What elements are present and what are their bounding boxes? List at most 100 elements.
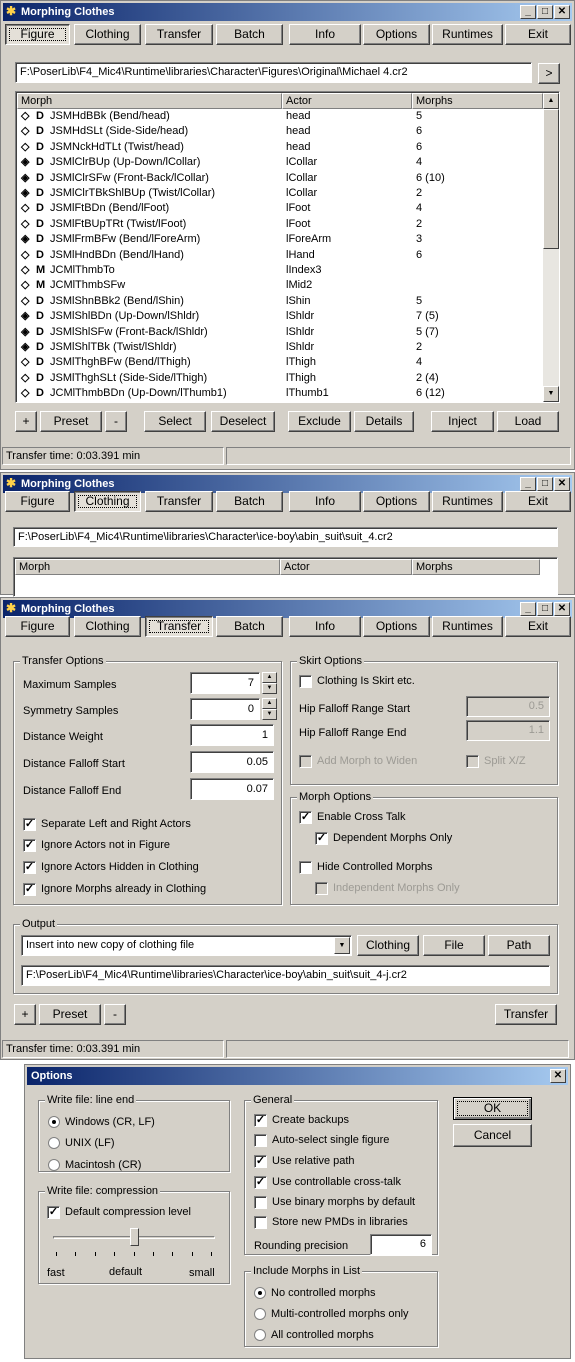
ignore-not-in-fig-checkbox[interactable]: ✓ Ignore Actors not in Figure — [23, 838, 170, 852]
compression-slider-thumb[interactable] — [130, 1228, 139, 1246]
binary-morphs-checkbox[interactable]: Use binary morphs by default — [254, 1195, 415, 1209]
col-header-morphs[interactable]: Morphs — [412, 93, 543, 109]
hip-start-input[interactable]: 0.5 — [466, 696, 550, 717]
rounding-input[interactable]: 6 — [370, 1234, 432, 1255]
output-path-field[interactable]: F:\PoserLib\F4_Mic4\Runtime\libraries\Ch… — [21, 965, 550, 986]
close-button[interactable]: ✕ — [554, 477, 570, 491]
independent-morphs-checkbox[interactable]: Independent Morphs Only — [315, 881, 460, 895]
table-row[interactable]: ◈ D JSMlFrmBFw (Bend/lForeArm) lForeArm 3 — [17, 232, 543, 247]
table-row[interactable]: ◇ D JSMHdBBk (Bend/head) head 5 — [17, 109, 543, 124]
tab-runtimes[interactable]: Runtimes — [432, 491, 503, 512]
transfer-button[interactable]: Transfer — [495, 1004, 557, 1025]
minimize-button[interactable]: _ — [520, 5, 536, 19]
deselect-button[interactable]: Deselect — [211, 411, 275, 432]
controllable-checkbox[interactable]: ✓ Use controllable cross-talk — [254, 1175, 401, 1189]
clothing-path-field[interactable]: F:\PoserLib\F4_Mic4\Runtime\libraries\Ch… — [13, 527, 558, 547]
split-xz-checkbox[interactable]: Split X/Z — [466, 754, 526, 768]
col-header-morph[interactable]: Morph — [15, 559, 280, 575]
table-row[interactable]: ◇ D JSMlHndBDn (Bend/lHand) lHand 6 — [17, 248, 543, 263]
tab-info[interactable]: Info — [289, 24, 361, 45]
output-clothing-button[interactable]: Clothing — [357, 935, 419, 956]
dist-weight-input[interactable]: 1 — [190, 724, 274, 746]
col-header-actor[interactable]: Actor — [282, 93, 412, 109]
sym-samples-stepper[interactable]: ▲ ▼ — [262, 698, 277, 720]
table-row[interactable]: ◇ D JSMNckHdTLt (Twist/head) head 6 — [17, 140, 543, 155]
table-row[interactable]: ◇ D JSMlFtBUpTRt (Twist/lFoot) lFoot 2 — [17, 217, 543, 232]
spin-down-icon[interactable]: ▼ — [262, 709, 277, 720]
load-button[interactable]: Load — [497, 411, 559, 432]
table-row[interactable]: ◈ D JSMlShlTBk (Twist/lShldr) lShldr 2 — [17, 340, 543, 355]
close-button[interactable]: ✕ — [554, 602, 570, 616]
preset-add-button[interactable]: + — [14, 1004, 36, 1025]
close-button[interactable]: ✕ — [554, 5, 570, 19]
close-button[interactable]: ✕ — [550, 1069, 566, 1083]
table-row[interactable]: ◇ M JCMlThmbTo lIndex3 — [17, 263, 543, 278]
tab-runtimes[interactable]: Runtimes — [432, 616, 503, 637]
browse-figure-button[interactable]: > — [538, 63, 560, 84]
dist-falloff-start-input[interactable]: 0.05 — [190, 751, 274, 773]
enable-cross-talk-checkbox[interactable]: ✓ Enable Cross Talk — [299, 810, 405, 824]
list-scrollbar[interactable]: ▲ ▼ — [543, 93, 559, 402]
spin-down-icon[interactable]: ▼ — [262, 683, 277, 694]
tab-batch[interactable]: Batch — [216, 491, 283, 512]
max-samples-stepper[interactable]: ▲ ▼ — [262, 672, 277, 694]
col-header-morph[interactable]: Morph — [17, 93, 282, 109]
tab-info[interactable]: Info — [289, 491, 361, 512]
create-backups-checkbox[interactable]: ✓ Create backups — [254, 1113, 349, 1127]
table-row[interactable]: ◇ D JSMlThghSLt (Side-Side/lThigh) lThigh 2 … — [17, 371, 543, 386]
col-header-actor[interactable]: Actor — [280, 559, 412, 575]
tab-exit[interactable]: Exit — [505, 24, 571, 45]
tab-clothing[interactable]: Clothing — [74, 616, 141, 637]
table-row[interactable]: ◈ D JSMlClrTBkShlBUp (Twist/lCollar) lColla… — [17, 186, 543, 201]
output-mode-select[interactable]: Insert into new copy of clothing file ▼ — [21, 935, 352, 956]
no-controlled-radio[interactable]: No controlled morphs — [254, 1286, 376, 1300]
details-button[interactable]: Details — [354, 411, 414, 432]
dependent-morphs-checkbox[interactable]: ✓ Dependent Morphs Only — [315, 831, 452, 845]
scroll-thumb[interactable] — [543, 109, 559, 249]
sym-samples-input[interactable]: 0 — [190, 698, 260, 720]
multi-controlled-radio[interactable]: Multi-controlled morphs only — [254, 1307, 409, 1321]
minimize-button[interactable]: _ — [520, 477, 536, 491]
unix-radio[interactable]: UNIX (LF) — [48, 1136, 115, 1150]
tab-figure[interactable]: Figure — [5, 616, 70, 637]
tab-options[interactable]: Options — [363, 24, 430, 45]
windows-radio[interactable]: Windows (CR, LF) — [48, 1115, 155, 1129]
sep-lr-checkbox[interactable]: ✓ Separate Left and Right Actors — [23, 817, 191, 831]
table-row[interactable]: ◇ D JSMlShnBBk2 (Bend/lShin) lShin 5 — [17, 294, 543, 309]
all-controlled-radio[interactable]: All controlled morphs — [254, 1328, 374, 1342]
table-row[interactable]: ◈ D JSMlClrSFw (Front-Back/lCollar) lCollar… — [17, 171, 543, 186]
table-row[interactable]: ◇ D JSMlFtBDn (Bend/lFoot) lFoot 4 — [17, 201, 543, 216]
tab-clothing[interactable]: Clothing — [74, 24, 141, 45]
tab-batch[interactable]: Batch — [216, 616, 283, 637]
scroll-up-icon[interactable]: ▲ — [543, 93, 559, 109]
tab-info[interactable]: Info — [289, 616, 361, 637]
table-row[interactable]: ◇ M JCMlThmbSFw lMid2 — [17, 278, 543, 293]
spin-up-icon[interactable]: ▲ — [262, 672, 277, 683]
preset-remove-button[interactable]: - — [105, 411, 127, 432]
spin-up-icon[interactable]: ▲ — [262, 698, 277, 709]
hip-end-input[interactable]: 1.1 — [466, 720, 550, 741]
ignore-morphs-checkbox[interactable]: ✓ Ignore Morphs already in Clothing — [23, 882, 206, 896]
add-morph-widen-checkbox[interactable]: Add Morph to Widen — [299, 754, 417, 768]
tab-transfer[interactable]: Transfer — [145, 616, 213, 637]
store-pmds-checkbox[interactable]: Store new PMDs in libraries — [254, 1215, 408, 1229]
tab-options[interactable]: Options — [363, 616, 430, 637]
table-row[interactable]: ◇ D JSMHdSLt (Side-Side/head) head 6 — [17, 124, 543, 139]
select-button[interactable]: Select — [144, 411, 206, 432]
output-file-button[interactable]: File — [423, 935, 485, 956]
cancel-button[interactable]: Cancel — [453, 1124, 532, 1147]
chevron-down-icon[interactable]: ▼ — [334, 937, 350, 954]
dist-falloff-end-input[interactable]: 0.07 — [190, 778, 274, 800]
table-row[interactable]: ◈ D JSMlClrBUp (Up-Down/lCollar) lCollar 4 — [17, 155, 543, 170]
preset-button[interactable]: Preset — [40, 411, 102, 432]
tab-options[interactable]: Options — [363, 491, 430, 512]
ignore-hidden-checkbox[interactable]: ✓ Ignore Actors Hidden in Clothing — [23, 860, 199, 874]
tab-transfer[interactable]: Transfer — [145, 24, 213, 45]
preset-button[interactable]: Preset — [39, 1004, 101, 1025]
relative-path-checkbox[interactable]: ✓ Use relative path — [254, 1154, 355, 1168]
auto-select-checkbox[interactable]: Auto-select single figure — [254, 1133, 389, 1147]
tab-figure[interactable]: Figure — [5, 24, 70, 45]
clothing-skirt-checkbox[interactable]: Clothing Is Skirt etc. — [299, 674, 415, 688]
tab-figure[interactable]: Figure — [5, 491, 70, 512]
table-row[interactable]: ◇ D JSMlThghBFw (Bend/lThigh) lThigh 4 — [17, 355, 543, 370]
